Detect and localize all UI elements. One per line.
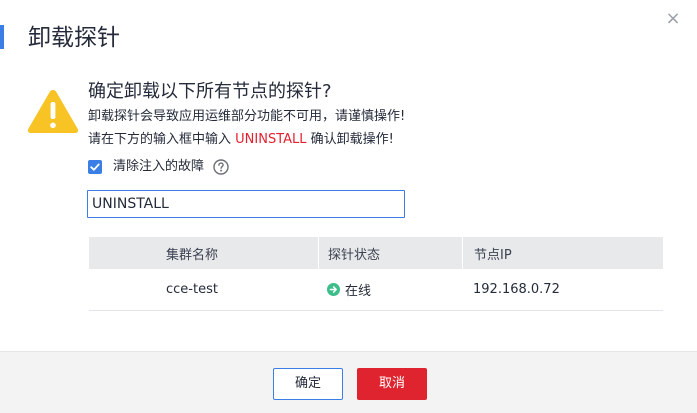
arrow-right-circle-icon: [327, 283, 340, 296]
dialog-footer: 确定 取消: [0, 351, 697, 413]
dialog-title: 卸载探针: [28, 25, 120, 51]
table-row: cce-test 在线 192.168.0.72: [89, 269, 663, 311]
confirm-uninstall-input[interactable]: [87, 190, 405, 218]
instruction-prefix: 请在下方的输入框中输入: [88, 132, 236, 147]
clear-fault-checkbox[interactable]: [88, 160, 102, 174]
clear-fault-label: 清除注入的故障: [113, 159, 205, 174]
close-icon[interactable]: ×: [664, 10, 682, 28]
column-header-cluster: 集群名称: [166, 247, 219, 263]
instruction-keyword: UNINSTALL: [235, 132, 307, 147]
probe-status-cell: 在线: [318, 269, 462, 310]
confirm-button[interactable]: 确定: [273, 368, 343, 400]
cluster-name-cell: cce-test: [166, 282, 218, 297]
probe-node-table: 集群名称 探针状态 节点IP cce-test 在线 192.168.0.72: [89, 237, 663, 311]
table-header: 集群名称 探针状态 节点IP: [89, 237, 663, 269]
column-header-ip: 节点IP: [462, 237, 663, 269]
question-circle-icon[interactable]: [213, 159, 229, 175]
warning-triangle-icon: [27, 90, 79, 133]
warning-message: 卸载探针会导致应用运维部分功能不可用，请谨慎操作!: [88, 109, 406, 124]
instruction-message: 请在下方的输入框中输入 UNINSTALL 确认卸载操作!: [88, 131, 394, 149]
clear-fault-option: 清除注入的故障: [88, 158, 229, 176]
check-icon: [90, 163, 100, 171]
column-header-status: 探针状态: [318, 237, 462, 269]
instruction-suffix: 确认卸载操作!: [306, 132, 394, 147]
probe-status-text: 在线: [345, 284, 372, 299]
uninstall-question: 确定卸载以下所有节点的探针?: [88, 81, 332, 102]
uninstall-probe-dialog: 卸载探针 × 确定卸载以下所有节点的探针? 卸载探针会导致应用运维部分功能不可用…: [0, 0, 697, 413]
cancel-button[interactable]: 取消: [357, 368, 427, 400]
title-accent-bar: [0, 25, 4, 49]
node-ip-cell: 192.168.0.72: [473, 282, 560, 297]
